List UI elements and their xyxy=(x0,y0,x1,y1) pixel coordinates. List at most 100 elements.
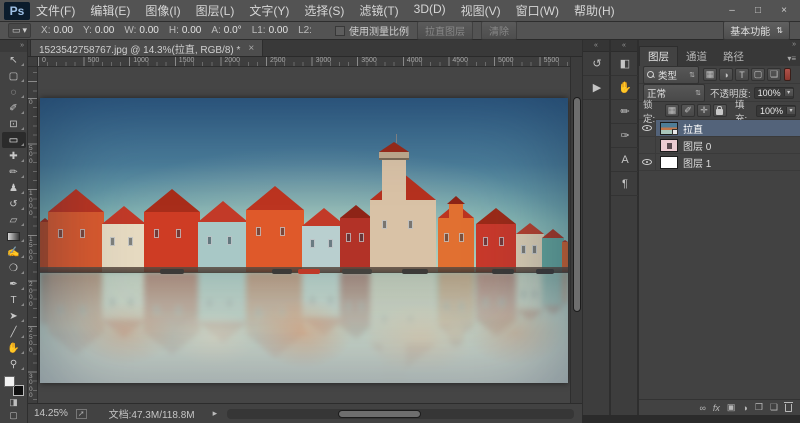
ruler-tool-preset[interactable]: ▭ ▾ xyxy=(8,23,31,38)
canvas-area[interactable] xyxy=(38,67,570,403)
menu-item-l[interactable]: 图层(L) xyxy=(196,2,235,19)
eraser-tool[interactable]: ▱ xyxy=(2,212,26,228)
layer-row[interactable]: 拉直 xyxy=(639,120,800,137)
close-button[interactable]: × xyxy=(772,3,796,19)
layer-row[interactable]: 图层 1 xyxy=(639,154,800,171)
layer-main[interactable]: 图层 1 xyxy=(656,154,800,170)
lock-all-icon[interactable] xyxy=(713,104,727,117)
move-tool[interactable]: ↖ xyxy=(2,52,26,68)
marquee-tool[interactable]: ▢ xyxy=(2,68,26,84)
layer-main[interactable]: 图层 0 xyxy=(656,137,800,153)
clear-button[interactable]: 清除 xyxy=(481,21,517,40)
clone-stamp-tool[interactable]: ♟ xyxy=(2,180,26,196)
character-panel-icon[interactable]: A xyxy=(611,148,639,172)
filter-smart-icon[interactable]: ❏ xyxy=(767,68,781,81)
quick-selection-tool[interactable]: ✐ xyxy=(2,100,26,116)
close-tab-icon[interactable]: × xyxy=(248,43,254,54)
dodge-tool[interactable]: ❍ xyxy=(2,260,26,276)
menu-item-y[interactable]: 文字(Y) xyxy=(249,2,289,19)
adjustment-layer-icon[interactable]: ◑ xyxy=(742,403,747,413)
gradient-tool[interactable] xyxy=(2,228,26,244)
panel-tab-路径[interactable]: 路径 xyxy=(715,47,752,66)
fill-field[interactable]: 100% ▾ xyxy=(756,105,796,117)
vertical-scrollbar-thumb[interactable] xyxy=(573,97,581,312)
menu-item-e[interactable]: 编辑(E) xyxy=(90,2,130,19)
lock-position-icon[interactable]: ✛ xyxy=(697,104,711,117)
type-tool[interactable]: T xyxy=(2,292,26,308)
horizontal-scrollbar-thumb[interactable] xyxy=(338,410,421,418)
menu-item-v[interactable]: 视图(V) xyxy=(461,2,501,19)
delete-layer-icon[interactable] xyxy=(785,404,792,412)
properties-panel-icon[interactable]: ✋ xyxy=(611,76,639,100)
minimize-button[interactable]: – xyxy=(720,3,744,19)
vertical-scrollbar[interactable] xyxy=(570,57,582,403)
visibility-toggle[interactable] xyxy=(639,120,656,136)
brush-presets-panel-icon[interactable]: ✑ xyxy=(611,124,639,148)
panel-menu-icon[interactable]: ▾≡ xyxy=(787,52,796,66)
zoom-tool[interactable]: ⚲ xyxy=(2,356,26,372)
history-panel-icon[interactable]: ↺ xyxy=(583,52,611,76)
new-group-icon[interactable]: ❒ xyxy=(755,402,763,413)
healing-brush-tool[interactable]: ✚ xyxy=(2,148,26,164)
lock-paint-icon[interactable]: ✐ xyxy=(681,104,695,117)
ruler-tool[interactable]: ▭ xyxy=(2,132,26,148)
actions-panel-icon[interactable]: ▶ xyxy=(583,76,611,100)
document-tab[interactable]: 1523542758767.jpg @ 14.3%(拉直, RGB/8) * × xyxy=(30,39,263,56)
menu-item-h[interactable]: 帮助(H) xyxy=(574,2,615,19)
layer-filter-combo[interactable]: 类型 ⇅ xyxy=(643,66,699,84)
adjustments-panel-icon[interactable]: ◧ xyxy=(611,52,639,76)
visibility-toggle[interactable] xyxy=(639,154,656,170)
foreground-color-swatch[interactable] xyxy=(4,376,15,387)
smudge-tool[interactable]: ✍ xyxy=(2,244,26,260)
menu-item-w[interactable]: 窗口(W) xyxy=(516,2,559,19)
status-export-icon[interactable]: ➚ xyxy=(76,409,87,419)
line-tool[interactable]: ╱ xyxy=(2,324,26,340)
opacity-dropdown-icon[interactable]: ▾ xyxy=(784,89,793,96)
filter-shape-icon[interactable]: ▢ xyxy=(751,68,765,81)
toolbar-expander[interactable]: » xyxy=(0,40,27,52)
filter-switch[interactable] xyxy=(784,68,791,81)
dockB-expander[interactable]: « xyxy=(611,40,637,52)
layer-main[interactable]: 拉直 xyxy=(656,120,800,136)
fill-dropdown-icon[interactable]: ▾ xyxy=(786,107,795,114)
workspace-selector[interactable]: 基本功能 ⇅ xyxy=(723,21,790,40)
quick-mask-icon[interactable]: ◨ xyxy=(2,396,26,409)
dockA-expander[interactable]: « xyxy=(583,40,609,52)
menu-item-f[interactable]: 文件(F) xyxy=(36,2,75,19)
lock-transparent-icon[interactable]: ▦ xyxy=(665,104,679,117)
status-advance-icon[interactable]: ▸ xyxy=(213,408,218,419)
hand-tool[interactable]: ✋ xyxy=(2,340,26,356)
menu-item-s[interactable]: 选择(S) xyxy=(304,2,344,19)
link-layers-icon[interactable]: ∞ xyxy=(699,403,705,413)
brush-tool[interactable]: ✏ xyxy=(2,164,26,180)
history-brush-tool[interactable]: ↺ xyxy=(2,196,26,212)
filter-adjustment-icon[interactable]: ◑ xyxy=(719,68,733,81)
path-selection-tool[interactable]: ➤ xyxy=(2,308,26,324)
add-mask-icon[interactable]: ▣ xyxy=(727,402,736,413)
visibility-toggle[interactable] xyxy=(639,137,656,153)
paragraph-panel-icon[interactable]: ¶ xyxy=(611,172,639,196)
color-swatches[interactable] xyxy=(4,376,24,396)
panel-tab-通道[interactable]: 通道 xyxy=(678,47,715,66)
brush-panel-icon[interactable]: ✏ xyxy=(611,100,639,124)
panel-tab-图层[interactable]: 图层 xyxy=(639,46,678,66)
filter-type-icon[interactable]: T xyxy=(735,68,749,81)
crop-tool[interactable]: ⊡ xyxy=(2,116,26,132)
layer-style-icon[interactable]: fx xyxy=(713,403,720,413)
use-measure-scale-checkbox[interactable] xyxy=(335,26,345,36)
menu-item-dd[interactable]: 3D(D) xyxy=(414,2,446,19)
opacity-field[interactable]: 100% ▾ xyxy=(754,87,794,99)
menu-item-t[interactable]: 滤镜(T) xyxy=(359,2,398,19)
zoom-level[interactable]: 14.25% xyxy=(34,408,68,419)
menu-item-i[interactable]: 图像(I) xyxy=(145,2,180,19)
layer-row[interactable]: 图层 0 xyxy=(639,137,800,154)
pen-tool[interactable]: ✒ xyxy=(2,276,26,292)
straighten-layer-button[interactable]: 拉直图层 xyxy=(417,21,473,40)
screen-mode-icon[interactable]: ▢ xyxy=(2,409,26,422)
maximize-button[interactable]: □ xyxy=(746,3,770,19)
filter-pixel-icon[interactable]: ▦ xyxy=(703,68,717,81)
lasso-tool[interactable]: ◌ xyxy=(2,84,26,100)
new-layer-icon[interactable]: ❏ xyxy=(770,402,778,413)
document-image[interactable] xyxy=(40,98,568,383)
horizontal-scrollbar[interactable] xyxy=(227,409,574,419)
